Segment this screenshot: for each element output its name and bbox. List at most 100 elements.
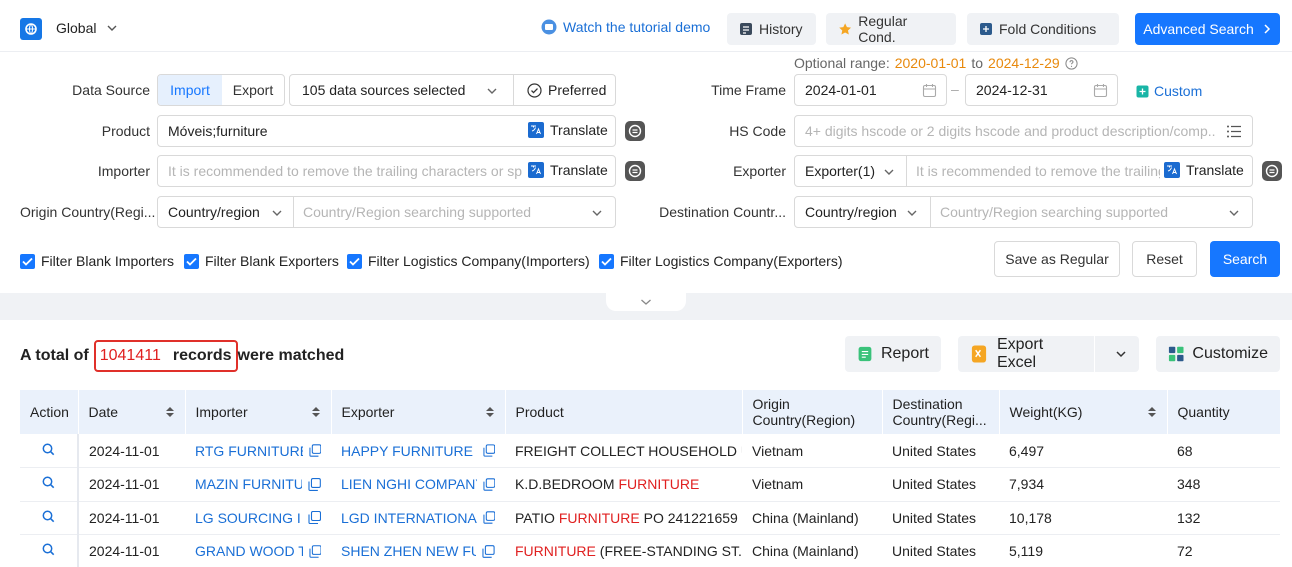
- destination-country-field: Country/region Country/Region searching …: [794, 196, 1253, 228]
- filter-label: Filter Blank Exporters: [205, 253, 339, 269]
- quantity-cell: 72: [1167, 534, 1280, 567]
- origin-country-input[interactable]: Country/Region searching supported: [303, 204, 531, 220]
- advanced-search-button[interactable]: Advanced Search: [1135, 13, 1280, 45]
- preferred-button[interactable]: Preferred: [527, 82, 606, 98]
- exporter-link[interactable]: LIEN NGHI COMPANY: [341, 476, 477, 492]
- import-tab[interactable]: Import: [158, 75, 222, 105]
- col-date[interactable]: Date: [78, 390, 186, 434]
- importer-cell: MAZIN FURNITU: [185, 467, 331, 502]
- sort-icon[interactable]: [311, 406, 321, 418]
- report-button[interactable]: Report: [845, 336, 941, 372]
- product-translate-button[interactable]: Translate: [528, 122, 608, 138]
- sort-icon[interactable]: [1147, 406, 1157, 418]
- weight-cell: 6,497: [999, 434, 1167, 468]
- custom-range-link[interactable]: Custom: [1136, 83, 1202, 99]
- exporter-link[interactable]: LGD INTERNATIONAL: [341, 510, 477, 526]
- date-to-input[interactable]: 2024-12-31: [965, 74, 1118, 106]
- exporter-link[interactable]: HAPPY FURNITURE V: [341, 443, 477, 459]
- date-cell: 2024-11-01: [78, 434, 185, 468]
- sort-icon[interactable]: [485, 406, 495, 418]
- optional-range: Optional range: 2020-01-01 to 2024-12-29: [794, 55, 1078, 71]
- export-dropdown[interactable]: [1103, 336, 1139, 372]
- col-label: Action: [30, 404, 69, 420]
- copy-icon[interactable]: [308, 544, 322, 558]
- importer-translate-button[interactable]: Translate: [528, 162, 608, 178]
- importer-link[interactable]: GRAND WOOD T: [195, 543, 303, 559]
- filter-blank-importers-checkbox[interactable]: Filter Blank Importers: [20, 253, 174, 269]
- search-icon[interactable]: [42, 510, 55, 523]
- collapse-toggle[interactable]: [606, 293, 686, 311]
- time-frame-label: Time Frame: [711, 82, 786, 98]
- sources-dropdown[interactable]: 105 data sources selected: [302, 82, 465, 98]
- destination-type-value: Country/region: [805, 204, 897, 220]
- list-icon[interactable]: [1227, 125, 1241, 138]
- destination-country-input[interactable]: Country/Region searching supported: [940, 204, 1168, 220]
- product-text: (FREE-STANDING ST...: [595, 543, 742, 560]
- copy-icon[interactable]: [483, 444, 495, 457]
- regular-cond-button[interactable]: Regular Cond.: [826, 13, 956, 45]
- col-label: Origin: [752, 396, 790, 412]
- col-quantity: Quantity: [1167, 390, 1281, 434]
- importer-link[interactable]: MAZIN FURNITU: [195, 476, 302, 492]
- search-icon[interactable]: [42, 476, 55, 489]
- copy-icon[interactable]: [483, 511, 495, 524]
- divider: [906, 156, 907, 186]
- col-label: Product: [515, 404, 564, 420]
- filter-blank-exporters-checkbox[interactable]: Filter Blank Exporters: [184, 253, 339, 269]
- filter-logistics-importers-checkbox[interactable]: Filter Logistics Company(Importers): [347, 253, 590, 269]
- exporter-docs-icon[interactable]: [1262, 161, 1282, 181]
- col-exporter[interactable]: Exporter: [331, 390, 506, 434]
- search-icon[interactable]: [42, 443, 55, 456]
- hs-code-input[interactable]: 4+ digits hscode or 2 digits hscode and …: [794, 115, 1253, 147]
- importer-input[interactable]: It is recommended to remove the trailing…: [168, 163, 522, 179]
- copy-icon[interactable]: [308, 477, 321, 491]
- copy-icon[interactable]: [482, 544, 495, 558]
- search-icon[interactable]: [42, 543, 55, 556]
- fold-conditions-label: Fold Conditions: [999, 21, 1097, 37]
- sort-icon[interactable]: [165, 406, 175, 418]
- save-as-regular-button[interactable]: Save as Regular: [994, 241, 1120, 277]
- date-from-input[interactable]: 2024-01-01: [794, 74, 947, 106]
- table-row: 2024-11-01 GRAND WOOD T SHEN ZHEN NEW FU…: [20, 534, 1280, 567]
- results-prefix: A total of: [20, 347, 89, 364]
- customize-button[interactable]: Customize: [1156, 336, 1280, 372]
- col-weight[interactable]: Weight(KG): [999, 390, 1168, 434]
- copy-icon[interactable]: [309, 444, 321, 457]
- copy-icon[interactable]: [308, 511, 321, 525]
- destination-country-label: Destination Countr...: [659, 204, 786, 220]
- region-selector[interactable]: Global: [56, 20, 118, 36]
- history-button[interactable]: History: [727, 13, 816, 45]
- export-excel-label: Export Excel: [996, 336, 1044, 371]
- exporter-translate-button[interactable]: Translate: [1164, 162, 1244, 178]
- importer-link[interactable]: RTG FURNITURE: [195, 443, 303, 459]
- reset-button[interactable]: Reset: [1132, 241, 1197, 277]
- play-icon: [541, 19, 557, 35]
- exporter-input[interactable]: It is recommended to remove the trailing: [916, 163, 1160, 179]
- origin-type-select[interactable]: Country/region: [158, 197, 293, 227]
- action-cell: [20, 434, 79, 468]
- chevron-down-icon: [884, 169, 894, 175]
- product-docs-icon[interactable]: [625, 121, 645, 141]
- exporter-label: Exporter: [733, 163, 786, 179]
- col-importer[interactable]: Importer: [185, 390, 332, 434]
- product-input[interactable]: Móveis;furniture: [168, 123, 268, 139]
- search-button[interactable]: Search: [1210, 241, 1280, 277]
- help-icon: [1065, 56, 1078, 70]
- importer-docs-icon[interactable]: [625, 161, 645, 181]
- tutorial-link[interactable]: Watch the tutorial demo: [541, 19, 710, 35]
- results-suffix: were matched: [237, 347, 345, 364]
- copy-icon[interactable]: [483, 478, 495, 491]
- exporter-link[interactable]: SHEN ZHEN NEW FU: [341, 543, 476, 559]
- destination-type-select[interactable]: Country/region: [795, 197, 930, 227]
- custom-icon: [1136, 85, 1149, 97]
- export-excel-button[interactable]: Export Excel: [958, 336, 1095, 372]
- translate-label: Translate: [550, 162, 608, 178]
- exporter-type-select[interactable]: Exporter(1): [795, 156, 906, 186]
- export-tab[interactable]: Export: [222, 75, 284, 105]
- col-label: Country(Region): [752, 412, 856, 428]
- checkbox-checked-icon: [347, 253, 362, 269]
- fold-conditions-button[interactable]: Fold Conditions: [967, 13, 1119, 45]
- filter-logistics-exporters-checkbox[interactable]: Filter Logistics Company(Exporters): [599, 253, 843, 269]
- table-row: 2024-11-01 LG SOURCING I LGD INTERNATION…: [20, 501, 1280, 535]
- importer-link[interactable]: LG SOURCING I: [195, 510, 301, 526]
